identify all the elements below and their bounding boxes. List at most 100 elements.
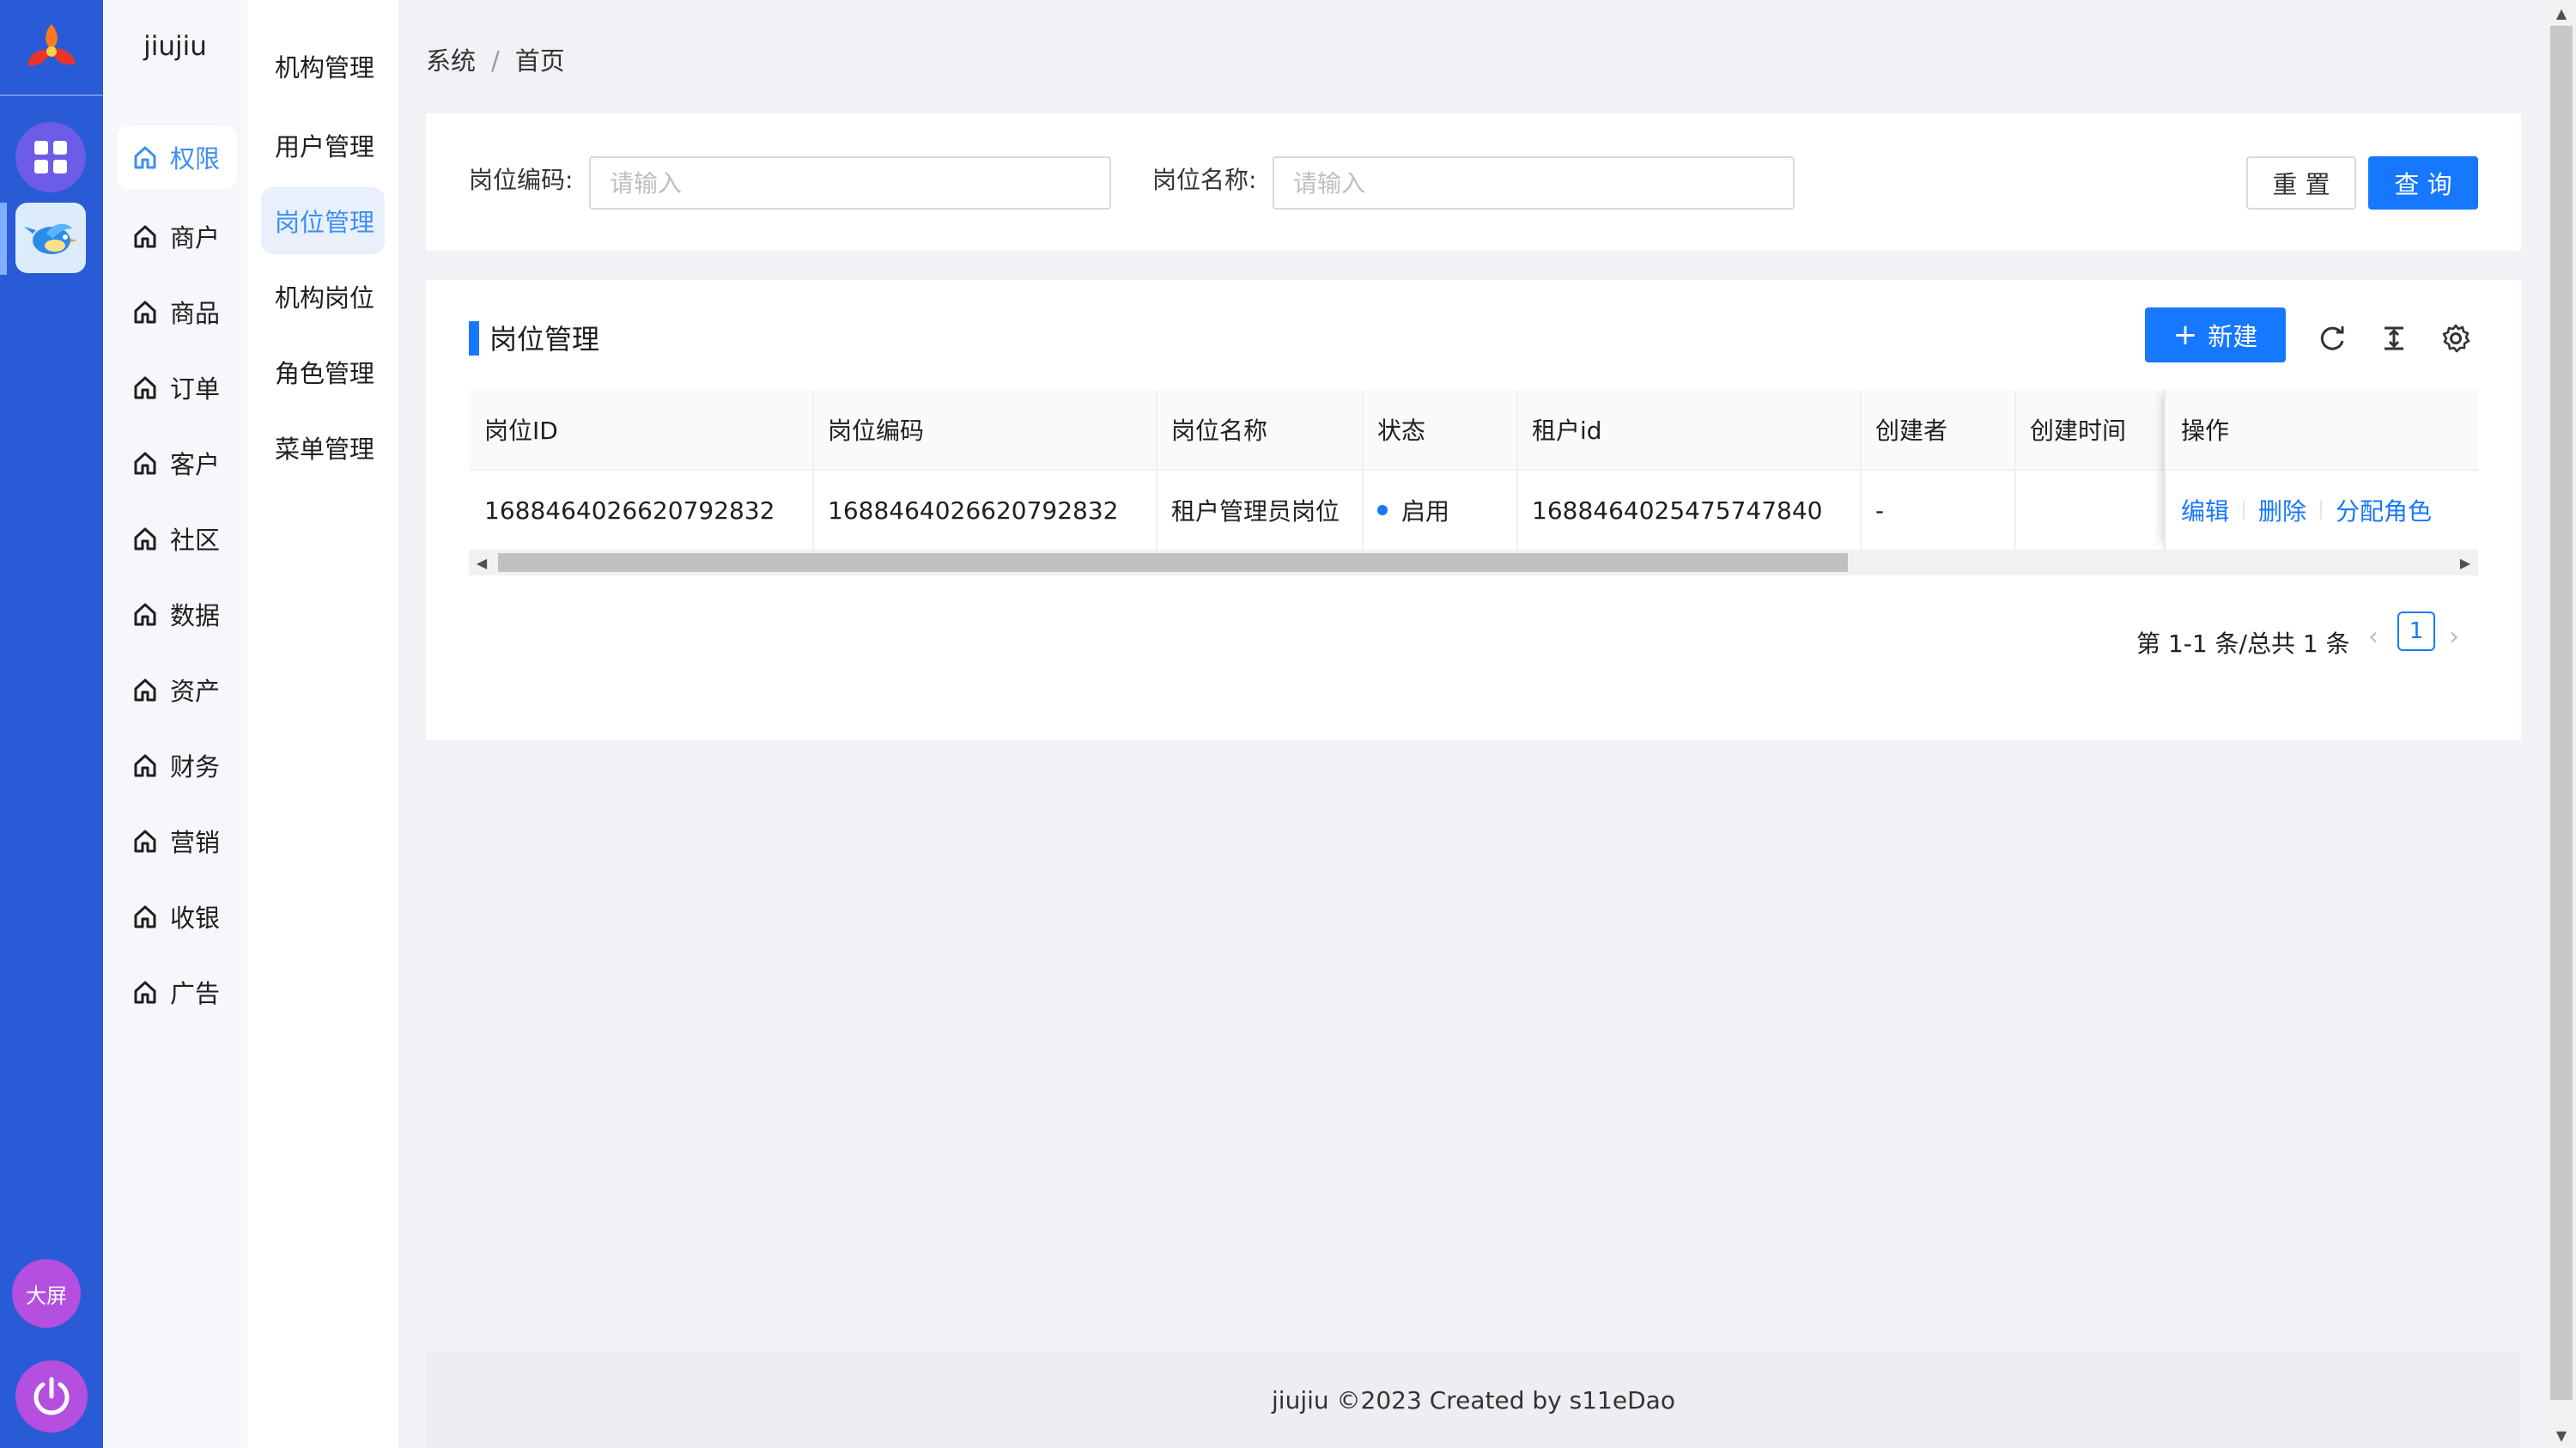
column-header: 创建时间 xyxy=(2030,417,2127,445)
menu2-item[interactable]: 机构岗位 xyxy=(261,263,385,330)
column-divider xyxy=(1156,390,1157,550)
menu1-item[interactable]: 数据 xyxy=(117,582,237,646)
home-icon xyxy=(132,601,158,627)
cell-position-name: 租户管理员岗位 xyxy=(1171,497,1340,526)
scroll-left-icon[interactable]: ◀ xyxy=(469,550,495,575)
column-divider xyxy=(1860,390,1862,550)
menu1-item[interactable]: 权限 xyxy=(117,125,237,189)
menu1-item-label: 商品 xyxy=(170,299,221,328)
column-header: 状态 xyxy=(1377,417,1426,445)
page-vertical-scrollbar[interactable]: ▲ ▼ xyxy=(2547,0,2576,1448)
menu1-item[interactable]: 营销 xyxy=(117,809,237,873)
menu1-item-label: 资产 xyxy=(170,677,221,706)
scroll-up-icon[interactable]: ▲ xyxy=(2547,0,2576,26)
plus-icon: + xyxy=(2172,318,2198,352)
home-icon xyxy=(132,677,158,703)
app-rail: 大屏 xyxy=(0,0,103,1448)
cell-position-code: 1688464026620792832 xyxy=(828,496,1119,525)
page-scrollbar-thumb[interactable] xyxy=(2550,26,2573,1400)
menu1-item[interactable]: 广告 xyxy=(117,960,237,1024)
home-icon xyxy=(132,374,158,400)
menu1-item-label: 数据 xyxy=(170,601,221,630)
new-button[interactable]: + 新建 xyxy=(2145,307,2286,362)
breadcrumb-item-system[interactable]: 系统 xyxy=(426,46,476,76)
menu2-item[interactable]: 菜单管理 xyxy=(261,414,385,481)
tri-petal-logo-icon[interactable] xyxy=(17,15,86,84)
scrollbar-thumb[interactable] xyxy=(498,553,1848,572)
left-icon[interactable]: ‹ xyxy=(2368,622,2379,652)
setting-icon[interactable] xyxy=(2439,321,2473,356)
data-table: 岗位ID 岗位编码 岗位名称 状态 租户id 创建者 创建时间 操作 16884… xyxy=(469,390,2478,562)
menu1-item[interactable]: 客户 xyxy=(117,431,237,495)
home-icon xyxy=(132,828,158,854)
home-icon xyxy=(132,526,158,551)
bigscreen-button[interactable]: 大屏 xyxy=(12,1259,81,1328)
column-header: 创建者 xyxy=(1875,417,1948,445)
bird-app-icon[interactable] xyxy=(15,203,86,273)
menu1-item-label: 订单 xyxy=(170,374,221,404)
home-icon xyxy=(132,144,158,170)
table-title: 岗位管理 xyxy=(489,323,600,356)
fixed-action-column-edge xyxy=(2164,390,2478,550)
cell-position-id: 1688464026620792832 xyxy=(484,496,775,525)
footer: jiujiu ©2023 Created by s11eDao xyxy=(426,1352,2521,1448)
scroll-right-icon[interactable]: ▶ xyxy=(2452,550,2478,575)
cell-created-at xyxy=(2014,471,2164,550)
grid-apps-icon[interactable] xyxy=(15,122,86,192)
menu1-item-label: 收银 xyxy=(170,903,221,933)
menu1-item-label: 社区 xyxy=(170,526,221,555)
column-height-icon[interactable] xyxy=(2377,321,2411,356)
position-code-input[interactable] xyxy=(589,156,1111,210)
column-header: 岗位编码 xyxy=(828,417,925,445)
page-1-button[interactable]: 1 xyxy=(2397,611,2435,651)
home-icon xyxy=(132,979,158,1005)
cell-creator: - xyxy=(1875,496,1885,525)
rail-divider xyxy=(0,94,103,96)
brand-title: jiujiu xyxy=(143,31,207,62)
menu1-item[interactable]: 商户 xyxy=(117,204,237,268)
reset-button[interactable]: 重 置 xyxy=(2246,156,2356,210)
menu1-item[interactable]: 订单 xyxy=(117,356,237,419)
right-icon[interactable]: › xyxy=(2449,622,2459,652)
home-icon xyxy=(132,752,158,778)
new-button-label: 新建 xyxy=(2208,322,2258,351)
secondary-menu: 机构管理用户管理岗位管理机构岗位角色管理菜单管理 xyxy=(247,0,398,1448)
table-horizontal-scrollbar[interactable]: ◀ ▶ xyxy=(469,550,2478,575)
menu2-item[interactable]: 角色管理 xyxy=(261,338,385,405)
position-name-input[interactable] xyxy=(1273,156,1795,210)
status-text: 启用 xyxy=(1401,497,1450,526)
menu2-item[interactable]: 岗位管理 xyxy=(261,187,385,254)
reload-icon[interactable] xyxy=(2315,321,2349,356)
active-app-indicator xyxy=(0,203,7,275)
menu1-item[interactable]: 社区 xyxy=(117,507,237,570)
home-icon xyxy=(132,299,158,325)
column-divider xyxy=(2014,390,2016,550)
menu1-item[interactable]: 资产 xyxy=(117,658,237,721)
column-divider xyxy=(1516,390,1518,550)
menu1-item[interactable]: 商品 xyxy=(117,280,237,344)
home-icon xyxy=(132,903,158,929)
scroll-down-icon[interactable]: ▼ xyxy=(2547,1422,2576,1448)
query-button[interactable]: 查 询 xyxy=(2368,156,2478,210)
title-accent-bar xyxy=(469,321,479,356)
power-icon[interactable] xyxy=(15,1360,88,1433)
position-code-label: 岗位编码: xyxy=(469,166,574,194)
column-divider xyxy=(1362,390,1364,550)
menu2-item[interactable]: 机构管理 xyxy=(261,33,385,100)
breadcrumb-separator: / xyxy=(491,46,500,76)
position-name-label: 岗位名称: xyxy=(1152,166,1257,194)
search-panel: 岗位编码: 岗位名称: 重 置 查 询 xyxy=(426,113,2521,251)
menu1-item-label: 权限 xyxy=(170,144,221,173)
cell-tenant-id: 1688464025475747840 xyxy=(1532,496,1823,525)
menu1-item[interactable]: 收银 xyxy=(117,885,237,948)
breadcrumb-item-home: 首页 xyxy=(514,46,565,76)
menu1-item-label: 客户 xyxy=(170,450,221,479)
menu1-item[interactable]: 财务 xyxy=(117,733,237,797)
home-icon xyxy=(132,223,158,249)
menu1-item-label: 营销 xyxy=(170,828,221,857)
primary-menu: jiujiu 权限商户商品订单客户社区数据资产财务营销收银广告 xyxy=(103,0,247,1448)
menu2-item[interactable]: 用户管理 xyxy=(261,112,385,179)
table-panel: 岗位管理 + 新建 岗位ID 岗位编码 岗位名称 状态 租户id 创建者 创建时… xyxy=(426,280,2521,740)
menu1-item-label: 商户 xyxy=(170,223,221,252)
column-divider xyxy=(812,390,814,550)
